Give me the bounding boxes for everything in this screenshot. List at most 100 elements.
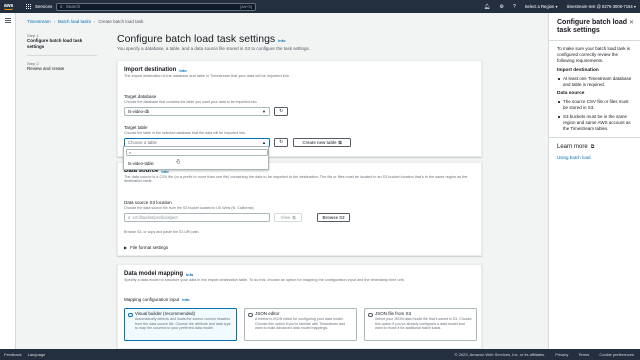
wizard-steps: Step 1 Configure batch load task setting… [27, 33, 97, 72]
cookie-preferences-link[interactable]: Cookie preferences [599, 352, 634, 357]
target-database-label: Target database [124, 94, 157, 99]
page-description: You specify a database, a table, and a d… [117, 46, 310, 51]
caret-right-icon: ▶ [124, 245, 128, 250]
import-destination-subtitle: The import destination is the database a… [124, 74, 290, 78]
chevron-right-icon: › [93, 19, 96, 24]
page-title: Configure batch load task settings Info [117, 33, 286, 45]
step-divider [27, 55, 97, 56]
s3-location-input[interactable]: ⌕ s3://bucket/prefix/object [124, 213, 270, 222]
external-link-icon: ⧉ [590, 144, 595, 150]
region-selector[interactable]: Select a Region ▾ [525, 4, 558, 9]
step-2-title: Review and create [27, 66, 65, 71]
terms-link[interactable]: Terms [578, 352, 589, 357]
help-source-item: S3 buckets must be in the same region an… [557, 114, 632, 132]
top-navigation: aws Services ⌕ Search [Alt+S] 🔔︎ ⚙ ? Sel… [0, 0, 640, 13]
external-link-icon: ⧉ [338, 139, 342, 145]
aws-logo[interactable]: aws [4, 2, 18, 10]
browse-s3-label: Browse S3 [322, 214, 345, 220]
help-import-heading: Import destination [557, 68, 599, 73]
file-format-settings-label: File format settings [130, 245, 169, 250]
account-menu[interactable]: timestream-test @ 8276-3006-7164 ▾ [567, 4, 636, 9]
services-menu-button[interactable]: Services [26, 3, 53, 10]
import-destination-container: Import destination Info The import destin… [117, 60, 482, 157]
dropdown-option-ts-video-table[interactable]: ts-video-table [124, 159, 269, 167]
help-intro: To make sure your batch load task is con… [557, 46, 631, 63]
data-model-info-link[interactable]: Info [186, 272, 193, 277]
page-title-text: Configure batch load task settings [117, 33, 276, 45]
search-shortcut: [Alt+S] [240, 4, 252, 9]
view-s3-button[interactable]: View ⧉ [274, 213, 302, 222]
mapping-options: Visual builder (recommended) Automatical… [124, 308, 477, 348]
s3-location-label: Data source S3 location [124, 200, 172, 205]
search-input[interactable]: ⌕ Search [Alt+S] [56, 2, 256, 11]
aws-logo-text: aws [4, 2, 14, 9]
data-model-mapping-container: Data model mapping Info Specify a data mo… [117, 264, 482, 349]
refresh-databases-button[interactable]: ↻ [274, 107, 288, 116]
services-label: Services [35, 4, 53, 9]
help-icon[interactable]: ? [513, 4, 516, 10]
breadcrumb-current: Create batch load task [98, 19, 144, 24]
radio-selected-icon [128, 312, 133, 317]
chevron-right-icon: › [53, 19, 55, 24]
search-placeholder: Search [65, 4, 81, 9]
close-icon[interactable]: ✕ [629, 19, 634, 26]
external-link-icon: ⧉ [292, 214, 296, 220]
s3-location-hint: Choose the data source file from the S3 … [124, 205, 254, 210]
data-model-subtitle: Specify a data model to structure your d… [124, 278, 405, 282]
services-grid-icon [26, 3, 32, 10]
visual-builder-option[interactable]: Visual builder (recommended) Automatical… [124, 308, 237, 341]
language-link[interactable]: Language [28, 352, 46, 357]
data-source-container: Data source Info The data source is a CSV… [117, 162, 482, 256]
json-file-s3-option[interactable]: JSON file from S3 Select your JSON data … [364, 308, 477, 341]
footer: Feedback Language © 2023, Amazon Web Ser… [0, 349, 640, 360]
target-database-value: ts-video-db [128, 108, 150, 114]
copyright-text: © 2023, Amazon Web Services, Inc. or its… [454, 352, 546, 357]
menu-icon[interactable] [5, 18, 11, 24]
json-editor-desc: A freeform JSON editor for configuring y… [255, 317, 345, 331]
json-editor-title: JSON editor [255, 311, 280, 316]
file-format-settings-toggle[interactable]: ▶ File format settings [124, 245, 168, 250]
using-batch-load-link[interactable]: Using batch load [557, 155, 632, 160]
mapping-info-link[interactable]: Info [182, 297, 189, 302]
help-import-item: At least one Timestream database and tab… [557, 76, 632, 88]
bell-icon[interactable]: 🔔︎ [484, 4, 490, 10]
page-info-link[interactable]: Info [278, 38, 285, 43]
json-file-s3-title: JSON file from S3 [375, 311, 412, 316]
account-label: timestream-test @ 8276-3006-7164 [566, 4, 633, 9]
step-1-title: Configure batch load task settings [27, 38, 83, 49]
s3-location-note: Browse S3, or copy and paste the S3 URI … [124, 229, 200, 234]
learn-more-heading: Learn more ⧉ [557, 144, 632, 150]
refresh-icon: ↻ [279, 108, 283, 114]
search-icon: ⌕ [128, 214, 131, 220]
gear-icon[interactable]: ⚙ [499, 4, 503, 10]
data-source-subtitle: The data source is a CSV file (or a pref… [124, 175, 468, 183]
breadcrumb-batch-load-tasks[interactable]: Batch load tasks [58, 19, 91, 24]
mouse-pointer-icon [176, 159, 180, 164]
json-editor-option[interactable]: JSON editor A freeform JSON editor for c… [244, 308, 357, 341]
import-destination-info-link[interactable]: Info [179, 68, 186, 73]
target-table-placeholder: Choose a table [128, 139, 157, 145]
dropdown-filter-input[interactable]: ⌕ [126, 149, 268, 156]
target-table-hint: Choose the table in the selected databas… [124, 130, 246, 135]
import-destination-heading: Import destination [124, 67, 177, 73]
feedback-link[interactable]: Feedback [4, 352, 22, 357]
learn-more-label: Learn more [557, 144, 588, 150]
s3-location-placeholder: s3://bucket/prefix/object [132, 214, 178, 220]
create-new-table-button[interactable]: Create new table ⧉ [293, 138, 351, 147]
visual-builder-title: Visual builder (recommended) [135, 311, 195, 316]
refresh-tables-button[interactable]: ↻ [274, 138, 288, 147]
target-database-select[interactable]: ts-video-db ▼ [124, 107, 270, 116]
refresh-icon: ↻ [279, 139, 283, 145]
breadcrumb: Timestream › Batch load tasks › Create b… [27, 19, 143, 24]
help-source-heading: Data source [557, 91, 585, 96]
create-new-table-label: Create new table [302, 139, 337, 145]
radio-unselected-icon [368, 312, 373, 317]
privacy-link[interactable]: Privacy [555, 352, 568, 357]
search-icon: ⌕ [60, 3, 63, 10]
data-model-heading: Data model mapping [124, 271, 184, 277]
help-panel: Configure batch load task settings ✕ To … [548, 13, 640, 349]
breadcrumb-timestream[interactable]: Timestream [27, 19, 51, 24]
browse-s3-button[interactable]: Browse S3 [317, 213, 350, 222]
side-nav-toggle-strip [0, 13, 16, 349]
radio-unselected-icon [248, 312, 253, 317]
